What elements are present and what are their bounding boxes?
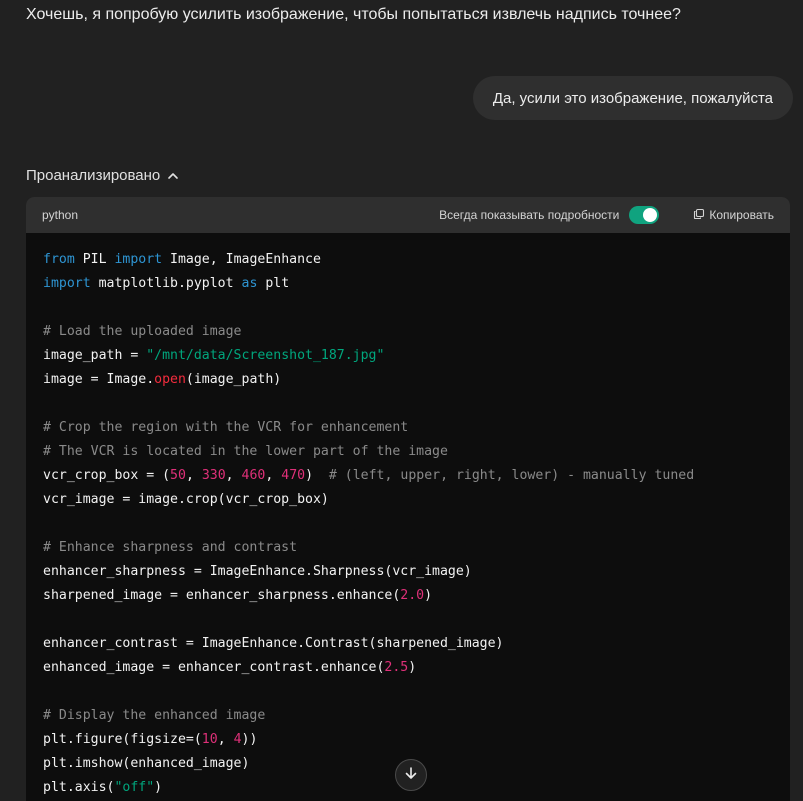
- arrow-down-icon: [403, 765, 419, 786]
- code-token: "off": [114, 780, 155, 795]
- code-token: plt.figure(figsize=(: [43, 732, 202, 747]
- code-token: ,: [185, 468, 202, 483]
- code-token: # Crop the region with the VCR for enhan…: [43, 420, 409, 435]
- code-token: 50: [170, 468, 186, 483]
- code-line: enhanced_image = enhancer_contrast.enhan…: [43, 656, 773, 680]
- code-line: # Load the uploaded image: [43, 320, 773, 344]
- code-token: ,: [217, 732, 234, 747]
- code-line: plt.figure(figsize=(10, 4)): [43, 728, 773, 752]
- code-token: # (left, upper, right, lower) - manually…: [328, 468, 695, 483]
- copy-icon: [693, 208, 705, 223]
- code-token: # Display the enhanced image: [43, 708, 266, 723]
- chevron-up-icon: [166, 169, 180, 183]
- code-token: enhanced_image = enhancer_contrast.enhan…: [43, 660, 385, 675]
- code-line: enhancer_contrast = ImageEnhance.Contras…: [43, 632, 773, 656]
- code-token: as: [241, 276, 258, 291]
- code-token: ): [408, 660, 417, 675]
- code-token: matplotlib.pyplot: [90, 276, 242, 291]
- code-token: Image, ImageEnhance: [162, 252, 321, 267]
- code-token: "/mnt/data/Screenshot_187.jpg": [146, 348, 385, 363]
- code-line: # Display the enhanced image: [43, 704, 773, 728]
- chat-page: Хочешь, я попробую усилить изображение, …: [0, 0, 803, 801]
- analysis-label: Проанализировано: [26, 167, 161, 184]
- code-header: python Всегда показывать подробности Коп…: [26, 197, 790, 233]
- code-token: plt.imshow(enhanced_image): [43, 756, 250, 771]
- code-token: ,: [225, 468, 242, 483]
- code-token: 4: [233, 732, 242, 747]
- user-message-bubble: Да, усили это изображение, пожалуйста: [472, 76, 793, 120]
- code-token: sharpened_image = enhancer_sharpness.enh…: [43, 588, 401, 603]
- code-token: PIL: [74, 252, 115, 267]
- code-token: plt.axis(: [43, 780, 115, 795]
- code-content: from PIL import Image, ImageEnhance impor…: [26, 233, 790, 801]
- code-line: enhancer_sharpness = ImageEnhance.Sharpn…: [43, 560, 773, 584]
- code-token: import: [43, 276, 91, 291]
- code-line: image_path = "/mnt/data/Screenshot_187.j…: [43, 344, 773, 368]
- code-block: python Всегда показывать подробности Коп…: [26, 197, 790, 801]
- code-token: vcr_crop_box = (: [43, 468, 171, 483]
- code-token: enhancer_sharpness = ImageEnhance.Sharpn…: [43, 564, 472, 579]
- code-line: vcr_crop_box = (50, 330, 460, 470) # (le…: [43, 464, 773, 488]
- code-token: ): [154, 780, 163, 795]
- user-message-text: Да, усили это изображение, пожалуйста: [492, 89, 773, 107]
- code-token: enhancer_contrast = ImageEnhance.Contras…: [43, 636, 504, 651]
- code-line: from PIL import Image, ImageEnhance: [43, 248, 773, 272]
- code-token: 470: [281, 468, 306, 483]
- code-token: # Enhance sharpness and contrast: [43, 540, 298, 555]
- code-token: # The VCR is located in the lower part o…: [43, 444, 448, 459]
- code-token: vcr_image = image.crop(vcr_crop_box): [43, 492, 329, 507]
- toggle-knob: [643, 208, 658, 222]
- code-line: import matplotlib.pyplot as plt: [43, 272, 773, 296]
- code-token: open: [154, 372, 186, 387]
- header-controls: Всегда показывать подробности Копировать: [439, 206, 774, 224]
- code-token: image = Image.: [43, 372, 155, 387]
- code-line: sharpened_image = enhancer_sharpness.enh…: [43, 584, 773, 608]
- assistant-message: Хочешь, я попробую усилить изображение, …: [26, 6, 681, 23]
- code-token: )): [241, 732, 258, 747]
- show-details-toggle[interactable]: [629, 206, 660, 224]
- code-line: vcr_image = image.crop(vcr_crop_box): [43, 488, 773, 512]
- code-token: ,: [265, 468, 282, 483]
- scroll-to-bottom-button[interactable]: [395, 759, 427, 791]
- code-token: 2.5: [384, 660, 409, 675]
- code-line: # Enhance sharpness and contrast: [43, 536, 773, 560]
- code-token: image_path =: [43, 348, 147, 363]
- copy-button[interactable]: Копировать: [693, 208, 774, 223]
- code-line: image = Image.open(image_path): [43, 368, 773, 392]
- code-token: 460: [241, 468, 266, 483]
- code-token: 330: [201, 468, 226, 483]
- analysis-toggle[interactable]: Проанализировано: [26, 163, 180, 189]
- code-line: # The VCR is located in the lower part o…: [43, 440, 773, 464]
- code-line: # Crop the region with the VCR for enhan…: [43, 416, 773, 440]
- code-token: 2.0: [400, 588, 425, 603]
- code-token: ): [424, 588, 433, 603]
- code-token: import: [114, 252, 163, 267]
- code-token: (image_path): [185, 372, 282, 387]
- code-token: from: [43, 252, 75, 267]
- code-token: 10: [201, 732, 218, 747]
- show-details-label: Всегда показывать подробности: [439, 208, 620, 222]
- copy-label: Копировать: [709, 208, 774, 222]
- code-token: ): [305, 468, 329, 483]
- code-language: python: [42, 208, 79, 222]
- code-token: plt: [257, 276, 290, 291]
- code-token: # Load the uploaded image: [43, 324, 242, 339]
